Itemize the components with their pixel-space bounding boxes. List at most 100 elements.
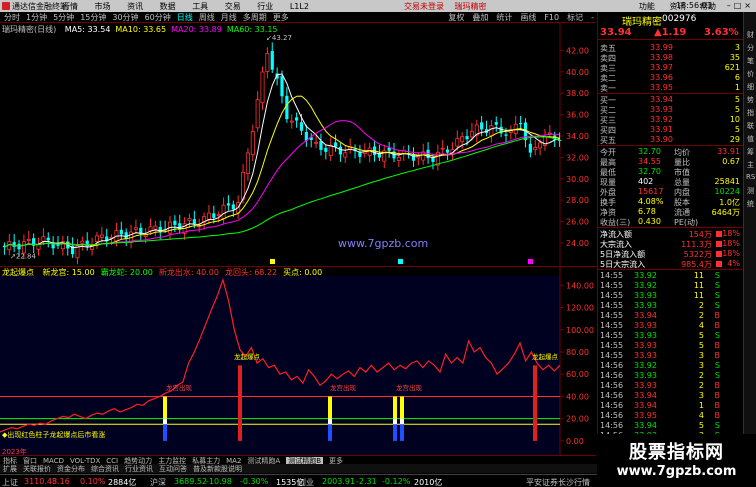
candle-body [192,219,196,224]
stat-row: 收益(三) 0.430 PE(动) [598,217,744,227]
side-strip-button[interactable]: RS [746,173,755,183]
tick-row: 14:55 33.93 5 B [598,341,744,351]
tick-row-cell: 3 [698,361,704,370]
period-tab[interactable]: 周线 [199,12,215,23]
menu-item[interactable]: 行业 [257,2,273,11]
side-strip-button[interactable]: 势 [746,95,755,105]
candle-body [295,117,299,121]
signal-label: 龙起爆点 [234,352,261,361]
stat-row-cell: 32.70 [638,147,661,156]
stat-row-cell: 6.78 [638,207,656,216]
toolbar-button[interactable]: 复权 [448,13,464,22]
period-tab[interactable]: 分时 [4,12,20,23]
period-tab[interactable]: 月线 [221,12,237,23]
signal-bar-yellow [163,396,167,419]
flow-row: 净流入额 154万 18% [598,229,744,239]
signal-bar-blue [400,424,404,441]
side-strip-button[interactable]: 联 [746,121,755,131]
login-status[interactable]: 交易未登录 [404,2,444,11]
tick-row-cell: 5 [698,331,704,340]
side-strip-button[interactable]: 值 [746,134,755,144]
extension-tab[interactable]: 资金分布 [57,465,85,473]
side-strip-button[interactable]: 细 [746,82,755,92]
index-name[interactable]: 创业 [298,477,314,487]
tick-row-cell: S [714,271,720,280]
menu-item[interactable]: 数据 [160,2,176,11]
signal-label: 龙宫出现 [330,383,357,392]
candle-body [226,203,231,206]
toolbar-button[interactable]: - [591,13,594,22]
toolbar-button[interactable]: 统计 [496,13,512,22]
tick-row-cell: 14:55 [600,291,624,300]
indicator-plot-area [0,276,560,455]
menu-item[interactable]: L1L2 [290,2,309,11]
side-strip-button[interactable]: 统 [746,199,755,209]
candle-body [124,232,128,239]
side-strip-button[interactable]: 测 [746,186,755,196]
period-tab[interactable]: 15分钟 [80,12,106,23]
flow-row-cell: 18% [722,239,740,248]
toolbar-button[interactable]: 标记 [567,13,583,22]
candle-body [270,50,274,70]
extension-tab[interactable]: 行业资讯 [125,465,153,473]
period-tab[interactable]: 多周期 [243,12,267,23]
tick-row-cell: S [714,361,720,370]
signal-label: 龙宫出现 [396,383,423,392]
menu-item-function[interactable]: 功能 [639,2,655,11]
toolbar-button[interactable]: 画线 [520,13,536,22]
tick-row-cell: 33.92 [634,361,657,370]
extension-tab[interactable]: 关联报价 [23,465,51,473]
index-name[interactable]: 沪深 [150,477,166,487]
index-pct: 0.10% [80,477,106,486]
tick-row-cell: B [714,351,721,360]
side-strip-button[interactable]: 分 [746,43,755,53]
stat-row-cell: 34.55 [638,157,661,166]
period-tab[interactable]: 日线 [177,12,193,23]
tick-row-cell: 33.93 [634,321,657,330]
menu-item[interactable]: 交易 [225,2,241,11]
extension-tab[interactable]: 互动问答 [159,465,187,473]
menu-item[interactable]: 资讯 [127,2,143,11]
candlestick-chart[interactable]: 42.00 40.00 38.00 36.00 34.00 32.00 30.00 28.00… [0,23,597,266]
side-strip-button[interactable]: 筹 [746,147,755,157]
tick-row-cell: B [714,341,721,350]
tick-row-cell: 5 [698,341,704,350]
high-price-label: ↙43.27 [266,34,292,42]
menu-item[interactable]: 工具 [192,2,208,11]
tick-row-cell: B [714,311,721,320]
candle-body [338,146,343,155]
tick-row: 14:55 33.93 2 S [598,301,744,311]
tick-row-cell: S [714,291,720,300]
extension-tab[interactable]: 普及新款股说明 [193,465,242,473]
toolbar-button[interactable]: 叠加 [472,13,488,22]
candle-body [187,218,192,222]
price-axis-label: 30.00 [566,175,589,184]
candle-body [528,143,532,153]
period-tab[interactable]: 1分钟 [26,12,47,23]
period-tab[interactable]: 5分钟 [53,12,74,23]
signal-bar-yellow [328,396,332,419]
period-tab[interactable]: 更多 [273,12,289,23]
side-strip-button[interactable]: 价 [746,69,755,79]
candle-body [445,149,450,153]
side-strip-button[interactable]: 财 [746,30,755,40]
period-tab[interactable]: 30分钟 [112,12,138,23]
window-controls[interactable]: –□× [727,1,754,10]
indicator-axis-label: 80.00 [566,348,589,357]
stat-row-cell: 10224 [714,187,740,196]
side-strip-button[interactable]: 笔 [746,56,755,66]
candle-body [328,144,333,156]
tick-row-cell: 5 [698,421,704,430]
menu-item[interactable]: 市场 [95,2,111,11]
index-name[interactable]: 上证 [2,477,18,487]
side-strip-button[interactable]: 指 [746,108,755,118]
side-strip-button[interactable]: 主 [746,160,755,170]
extension-tab[interactable]: 综合资讯 [91,465,119,473]
low-price-label: ↗22.84 [10,252,36,260]
extension-tab[interactable]: 扩展 [3,465,17,473]
candle-body [480,122,484,130]
indicator-chart[interactable]: 140.00 120.00 100.00 80.00 60.00 40.00 20.00 0.… [0,266,597,455]
period-tab[interactable]: 60分钟 [145,12,171,23]
menu-item[interactable]: 行情 [62,2,78,11]
toolbar-button[interactable]: F10 [544,13,559,22]
